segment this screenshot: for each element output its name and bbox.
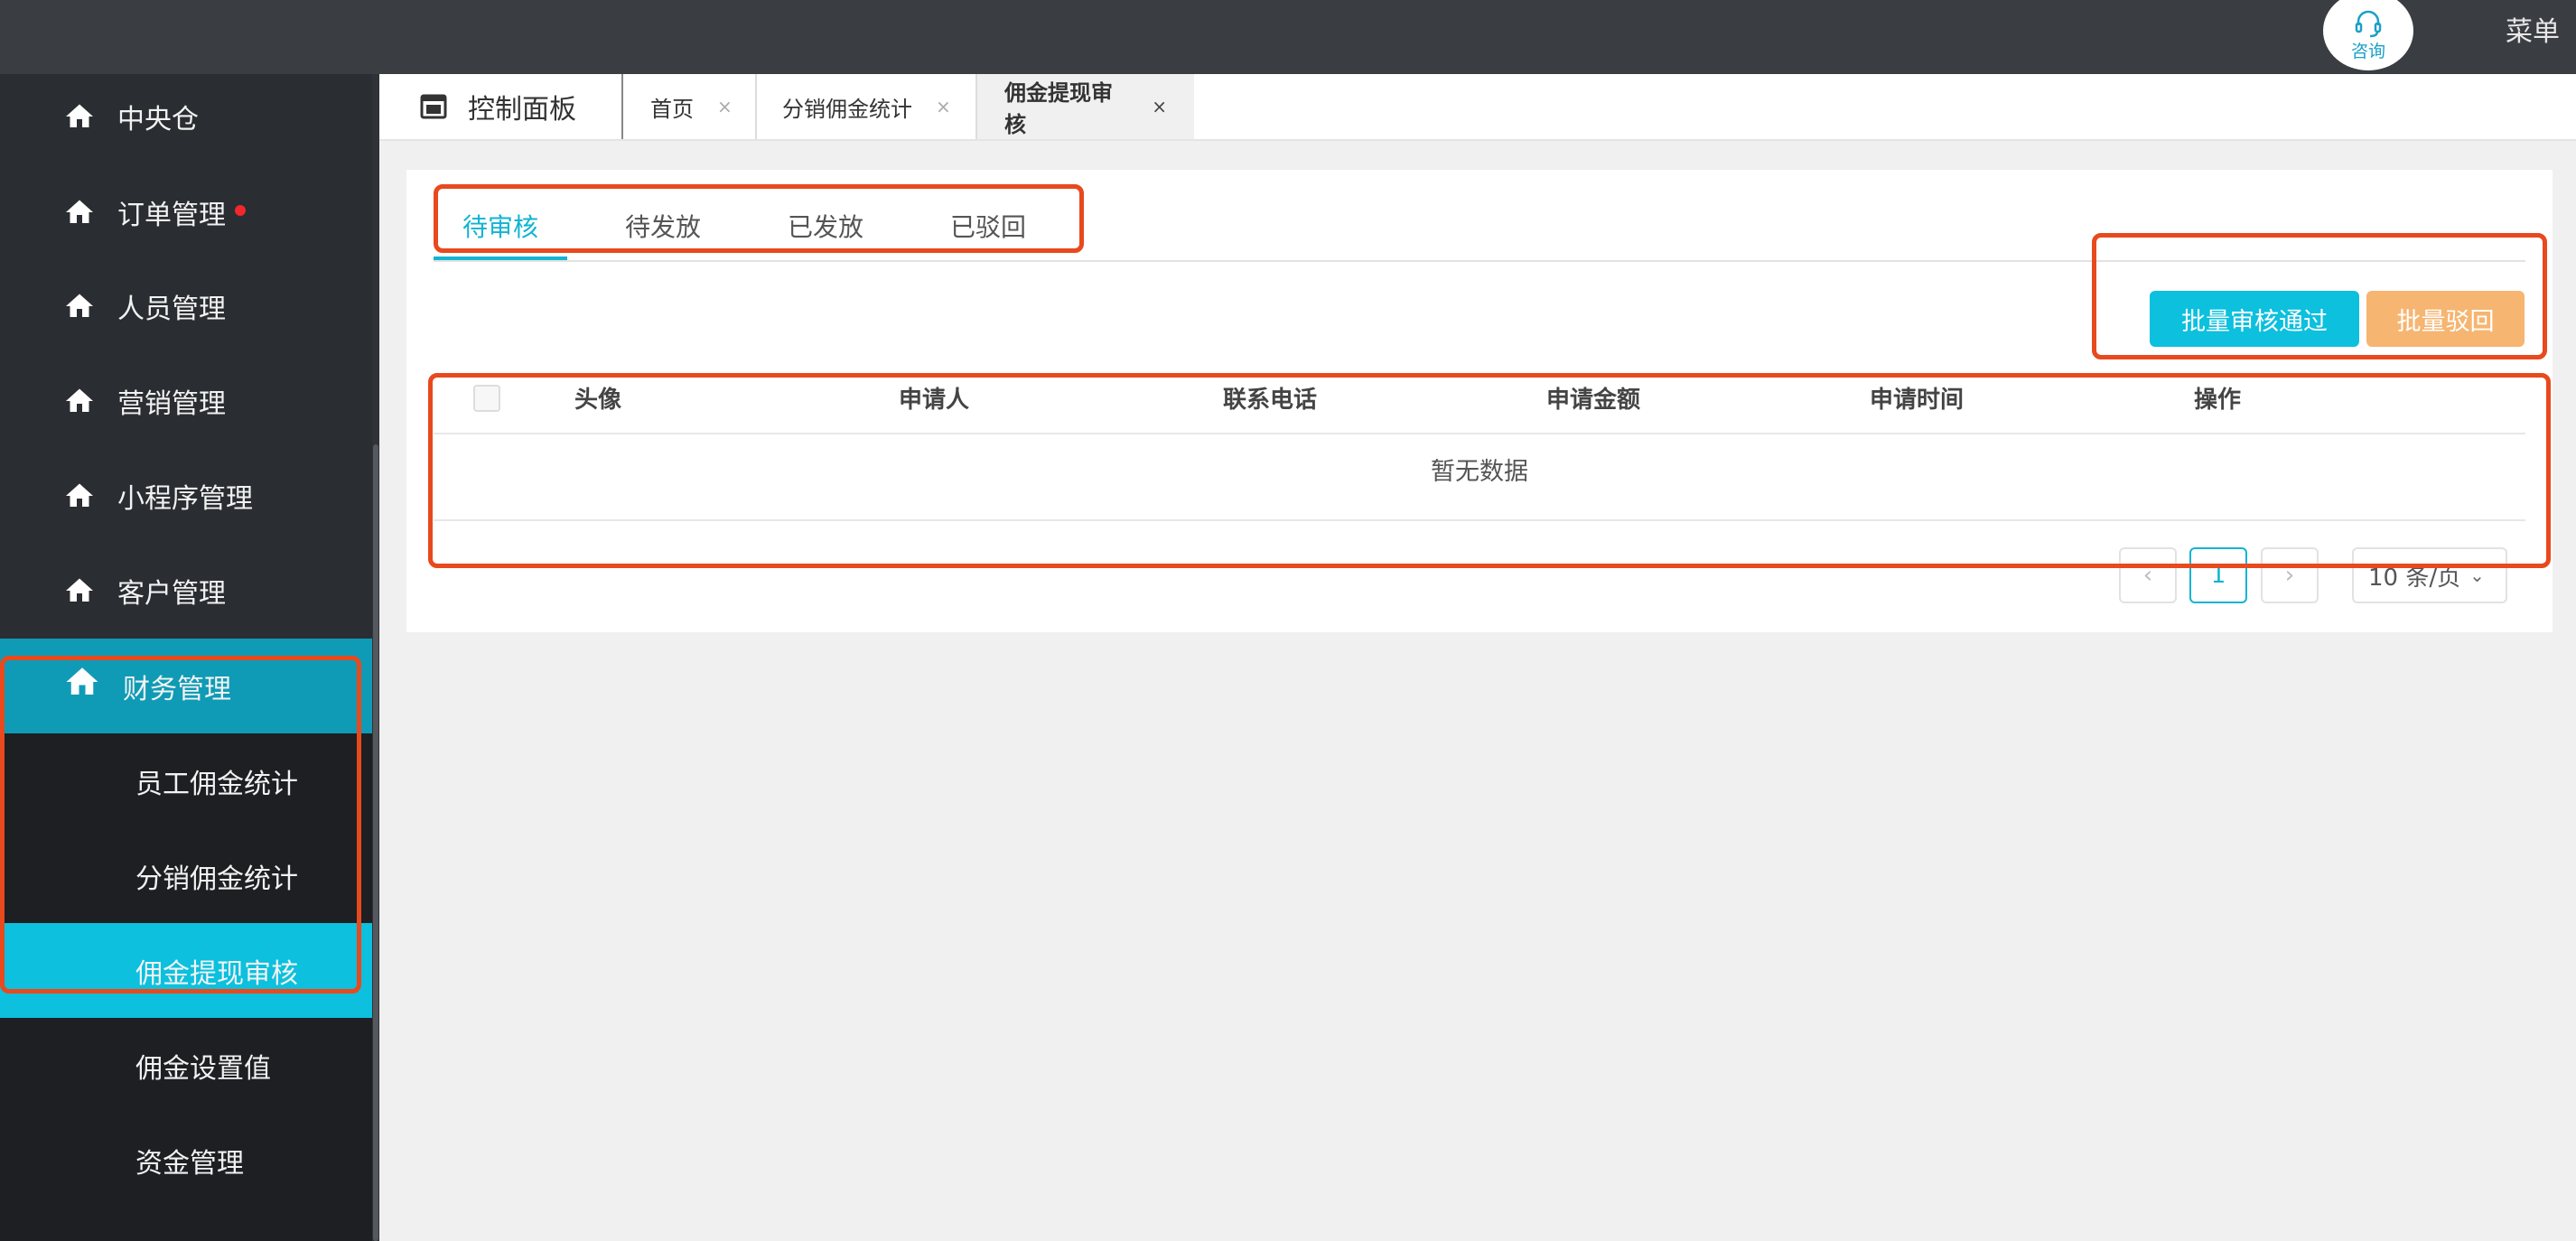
tab-label: 佣金提现审核 xyxy=(1004,80,1113,137)
home-icon xyxy=(66,294,93,317)
batch-reject-button[interactable]: 批量驳回 xyxy=(2366,291,2525,347)
notification-dot xyxy=(235,204,246,216)
column-header-actions: 操作 xyxy=(2194,387,2242,414)
tab-distribution-commission[interactable]: 分销佣金统计 × xyxy=(782,74,951,139)
sidebar-scrollbar[interactable] xyxy=(372,74,379,1241)
tab-withdrawal-review[interactable]: 佣金提现审核 × xyxy=(977,74,1194,139)
submenu-item-withdrawal-review[interactable]: 佣金提现审核 xyxy=(0,923,372,1018)
home-icon xyxy=(66,104,93,127)
sidebar-item-marketing[interactable]: 营销管理 xyxy=(0,353,372,448)
tab-separator xyxy=(621,74,623,139)
home-icon xyxy=(66,483,93,507)
page-size-select[interactable]: 10 条/页 ⌄ xyxy=(2352,547,2507,603)
submenu-item-commission-settings[interactable]: 佣金设置值 xyxy=(0,1018,372,1113)
next-page-button[interactable]: › xyxy=(2261,547,2319,603)
close-icon[interactable]: × xyxy=(936,96,951,117)
table-header-divider xyxy=(434,433,2525,434)
column-header-applicant: 申请人 xyxy=(899,387,970,414)
status-tab-pending-review[interactable]: 待审核 xyxy=(462,208,538,247)
consult-label: 咨询 xyxy=(2350,42,2385,61)
sidebar-item-label: 中央仓 xyxy=(117,103,199,135)
select-all-checkbox[interactable] xyxy=(473,385,500,412)
dashboard-icon xyxy=(420,94,447,119)
sidebar-item-label: 财务管理 xyxy=(123,673,231,705)
sidebar-item-customers[interactable]: 客户管理 xyxy=(0,543,372,638)
tab-label: 首页 xyxy=(650,96,694,122)
submenu-item-staff-commission[interactable]: 员工佣金统计 xyxy=(0,733,372,828)
sidebar-item-orders[interactable]: 订单管理 xyxy=(0,164,372,259)
sidebar-item-label: 营销管理 xyxy=(117,387,226,420)
tab-label: 分销佣金统计 xyxy=(782,96,912,122)
column-header-avatar: 头像 xyxy=(574,387,622,414)
column-header-amount: 申请金额 xyxy=(1546,387,1641,414)
status-tab-rejected[interactable]: 已驳回 xyxy=(950,208,1026,247)
headset-icon xyxy=(2355,10,2382,38)
tab-strip-divider xyxy=(379,139,2576,141)
table-bottom-divider xyxy=(434,519,2525,521)
prev-page-button[interactable]: ‹ xyxy=(2119,547,2177,603)
sidebar-item-label: 小程序管理 xyxy=(117,482,253,515)
submenu-item-distribution-commission[interactable]: 分销佣金统计 xyxy=(0,828,372,923)
page-number-current[interactable]: 1 xyxy=(2189,547,2247,603)
top-bar xyxy=(0,0,2576,74)
sidebar-item-label: 订单管理 xyxy=(117,199,226,231)
column-header-phone: 联系电话 xyxy=(1223,387,1318,414)
submenu-item-funds[interactable]: 资金管理 xyxy=(0,1113,372,1208)
page-size-value: 10 条/页 xyxy=(2368,564,2461,592)
close-icon[interactable]: × xyxy=(717,96,733,117)
home-icon xyxy=(66,388,93,412)
status-tab-pending-payout[interactable]: 待发放 xyxy=(625,208,701,247)
home-icon xyxy=(66,578,93,602)
tab-home[interactable]: 首页 × xyxy=(650,74,733,139)
tab-separator xyxy=(755,74,757,139)
dashboard-label: 控制面板 xyxy=(468,94,576,126)
sidebar-item-label: 客户管理 xyxy=(117,577,226,610)
column-header-time: 申请时间 xyxy=(1870,387,1965,414)
sidebar-item-label: 人员管理 xyxy=(117,293,226,325)
active-tab-indicator xyxy=(434,257,567,260)
scrollbar-thumb[interactable] xyxy=(373,444,378,1241)
home-icon xyxy=(66,667,98,695)
menu-button[interactable]: 菜单 xyxy=(2506,9,2560,49)
sidebar-item-mini-program[interactable]: 小程序管理 xyxy=(0,448,372,543)
sidebar-item-central-warehouse[interactable]: 中央仓 xyxy=(0,69,372,163)
status-tab-paid[interactable]: 已发放 xyxy=(788,208,863,247)
close-icon[interactable]: × xyxy=(1152,96,1167,117)
sidebar-item-staff[interactable]: 人员管理 xyxy=(0,258,372,353)
sidebar-item-finance[interactable]: 财务管理 xyxy=(0,639,372,733)
batch-approve-button[interactable]: 批量审核通过 xyxy=(2150,291,2359,347)
status-tabs-divider xyxy=(434,260,2525,262)
chevron-down-icon: ⌄ xyxy=(2469,565,2485,586)
dashboard-title[interactable]: 控制面板 xyxy=(419,74,576,139)
home-icon xyxy=(66,200,93,223)
empty-state-text: 暂无数据 xyxy=(1431,458,1528,486)
